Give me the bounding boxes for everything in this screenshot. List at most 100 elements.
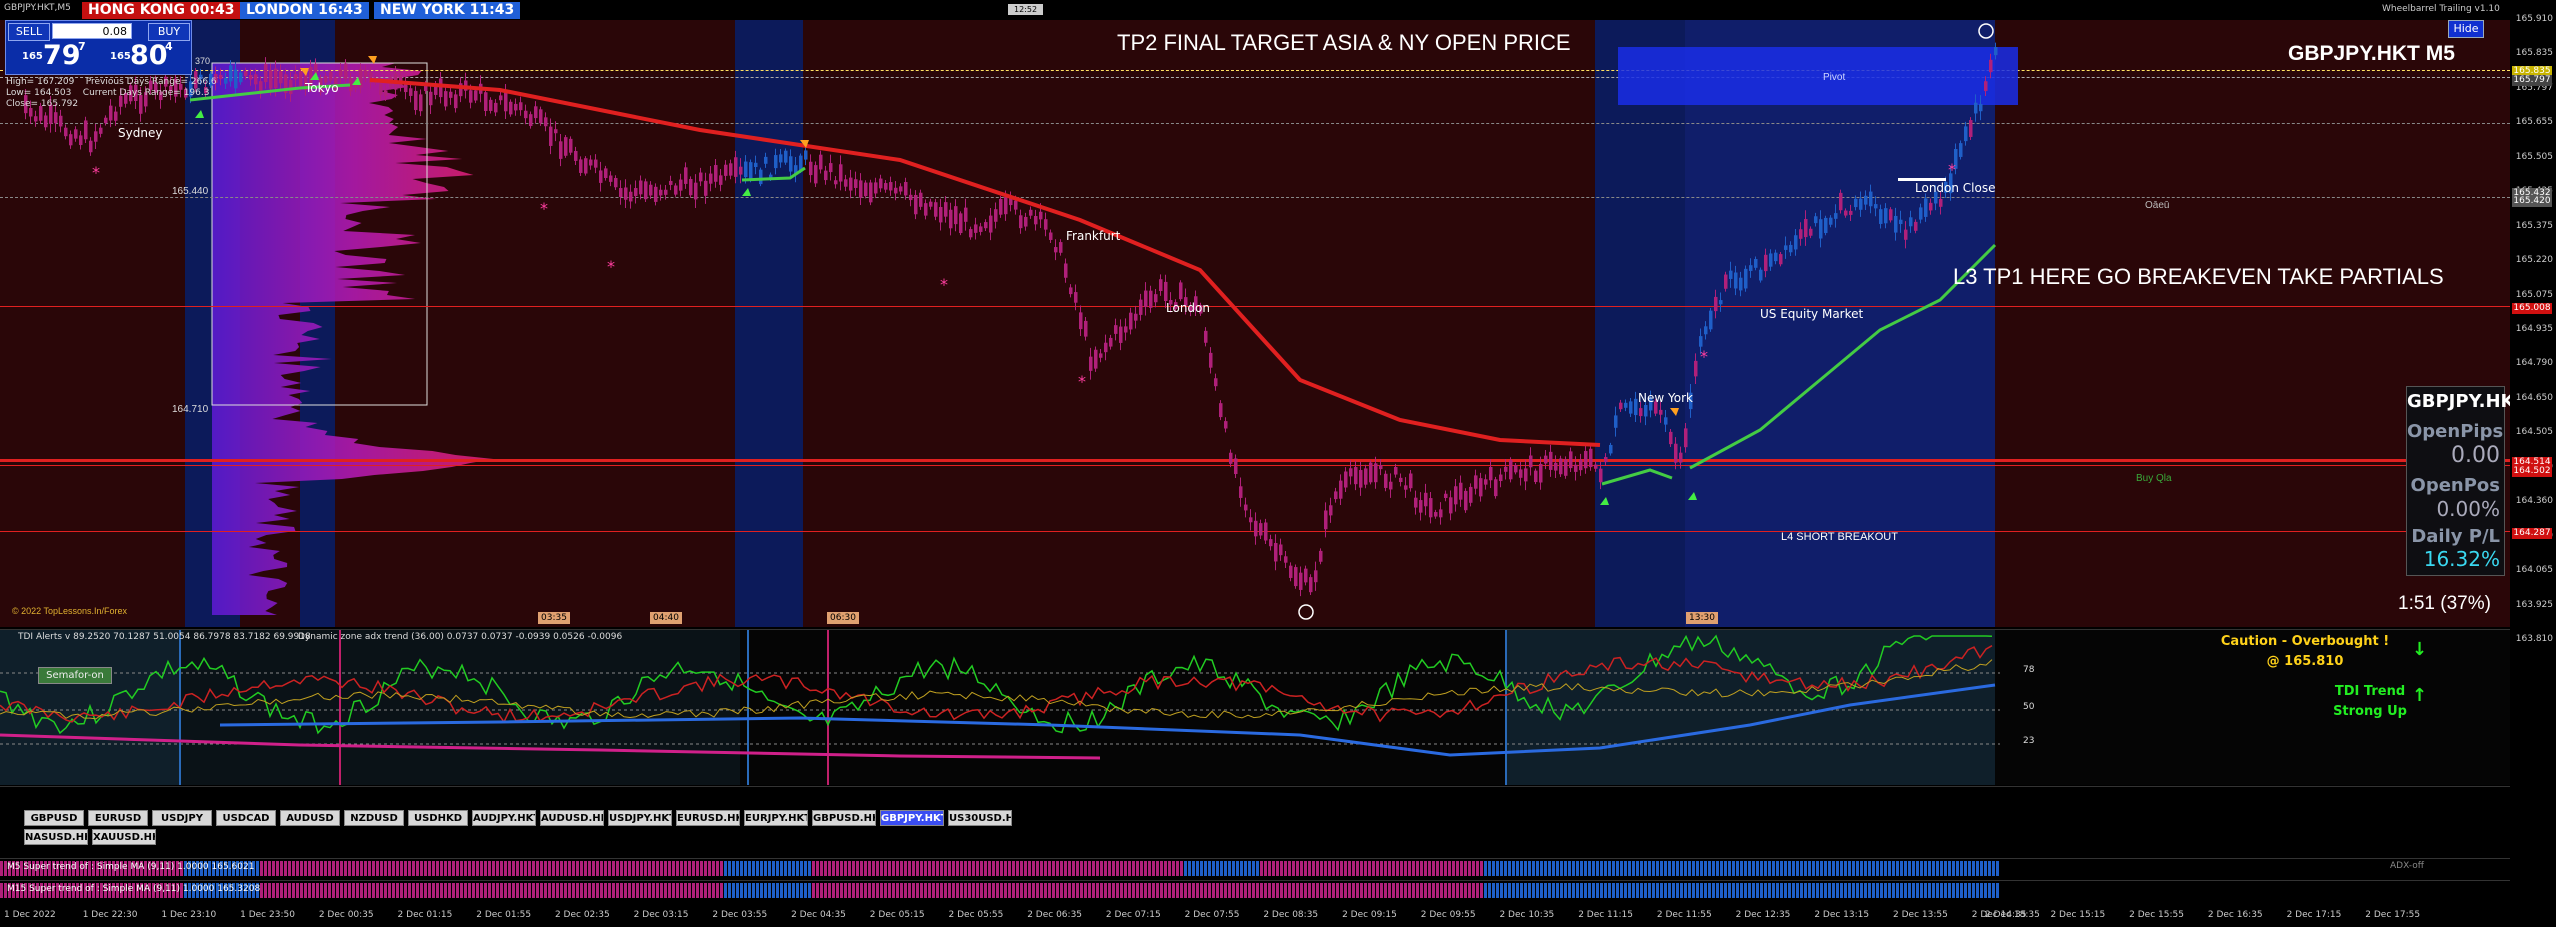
tdi-level: 78 [2023, 665, 2035, 675]
lot-size-input[interactable]: 0.08 [52, 23, 132, 39]
tp2-annotation: TP2 FINAL TARGET ASIA & NY OPEN PRICE [1117, 30, 1571, 55]
adx-toggle[interactable]: ADX-off [2390, 861, 2424, 871]
supertrend-m5-strip: M5 Super trend of : Simple MA (9,11) 1.0… [0, 858, 2510, 878]
time-tick: 2 Dec 05:15 [869, 910, 925, 920]
price-tick: 164.505 [2515, 427, 2553, 438]
time-tick: 2 Dec 05:55 [948, 910, 1004, 920]
tdi-trend-value: Strong Up [2333, 704, 2407, 719]
session-label-london: London [1166, 301, 1210, 315]
symbol-button[interactable]: XAUUSD.HKT [92, 829, 156, 845]
buy-price-prefix: 165 [110, 51, 131, 62]
price-chart[interactable]: Pivot * * * * * * * Sydney Tokyo Frankfurt L… [0, 0, 2510, 627]
session-label-new-york: New York [1638, 391, 1693, 405]
supertrend-bars [0, 861, 1999, 876]
time-tick: 2 Dec 18:35 [1985, 910, 2040, 920]
price-tick: 164.360 [2515, 496, 2553, 507]
star-markers: * * * * * * * [92, 160, 1956, 391]
price-axis[interactable]: 165.910 165.835 165.797 165.655 165.505 165.4… [2510, 0, 2556, 927]
semafor-toggle[interactable]: Semafor-on [38, 667, 112, 684]
sell-price-big: 79 [43, 40, 81, 71]
symbol-button[interactable]: NASUSD.HKT [24, 829, 88, 845]
time-tick: 2 Dec 17:55 [2365, 910, 2421, 920]
symbol-button[interactable]: NZDUSD [344, 810, 404, 826]
open-pips-value: 0.00 [2451, 443, 2500, 468]
tdi-indicator-panel[interactable]: TDI Alerts v 89.2520 70.1287 51.0054 86.… [0, 629, 2510, 785]
buy-price-big: 80 [130, 40, 168, 71]
dynamic-zone-header: Dynamic zone adx trend (36.00) 0.0737 0.… [298, 632, 623, 642]
symbol-button[interactable]: EURJPY.HKT [744, 810, 808, 826]
price-tick: 165.220 [2515, 255, 2553, 266]
l3-annotation: L3 TP1 HERE GO BREAKEVEN TAKE PARTIALS [1953, 264, 2444, 289]
clock-london: LONDON 16:43 [240, 2, 369, 19]
time-tick: 2 Dec 01:15 [397, 910, 453, 920]
day-info-line: Low= 164.503 Current Days Range= 196.3 [6, 88, 210, 98]
arrow-down-icon: ↓ [2412, 639, 2428, 660]
candles: * * * * * * * [14, 23, 1998, 620]
ea-name: Wheelbarrel Trailing v1.10 [2382, 4, 2500, 14]
time-tick: 2 Dec 15:15 [2050, 910, 2106, 920]
supertrend-m5-label: M5 Super trend of : Simple MA (9,11) 1.0… [7, 862, 255, 872]
symbol-button[interactable]: US30USD.HKT [948, 810, 1012, 826]
price-tick: 164.935 [2515, 324, 2553, 334]
price-tick: 165.655 [2515, 117, 2553, 128]
svg-text:*: * [540, 199, 548, 218]
open-pos-value: 0.00% [2436, 497, 2500, 521]
time-tick: 2 Dec 01:55 [476, 910, 532, 920]
time-tick: 2 Dec 16:35 [2207, 910, 2263, 920]
time-tick: 2 Dec 13:55 [1893, 910, 1948, 920]
price-tick: 164.790 [2515, 358, 2553, 369]
time-tick: 2 Dec 09:55 [1420, 910, 1476, 920]
time-tick: 2 Dec 03:15 [633, 910, 689, 920]
time-tick: 1 Dec 2022 [4, 910, 56, 920]
clock-small: 12:52 [1008, 4, 1044, 15]
price-tick: 165.505 [2515, 151, 2553, 162]
time-tick: 1 Dec 23:10 [161, 910, 217, 920]
time-tick: 1 Dec 23:50 [240, 910, 295, 920]
time-tick: 2 Dec 02:35 [554, 910, 610, 920]
symbol-button[interactable]: AUDJPY.HKT [472, 810, 536, 826]
symbol-button[interactable]: USDCAD [216, 810, 276, 826]
window-title: GBPJPY.HKT,M5 [4, 3, 71, 13]
time-axis[interactable]: 1 Dec 2022 1 Dec 22:30 1 Dec 23:10 1 Dec 23… [0, 905, 2556, 927]
clock-new-york: NEW YORK 11:43 [374, 2, 521, 19]
price-tick: 163.925 [2515, 599, 2553, 610]
symbol-button[interactable]: GBPUSD.HKT [812, 810, 876, 826]
svg-text:*: * [1078, 372, 1086, 391]
symbol-button[interactable]: EURUSD.HKT [676, 810, 740, 826]
open-pos-label: OpenPos [2410, 475, 2500, 496]
tdi-level: 50 [2023, 702, 2035, 712]
symbol-button[interactable]: USDJPY.HKT [608, 810, 672, 826]
day-info-line: High= 167.209 Previous Days Range= 266.6 [6, 77, 217, 87]
tdi-level: 23 [2023, 736, 2035, 746]
ma-red-line [369, 78, 1601, 447]
time-tick: 2 Dec 10:35 [1499, 910, 1555, 920]
symbol-button[interactable]: GBPUSD [24, 810, 84, 826]
hide-button[interactable]: Hide [2448, 20, 2484, 38]
low-fractal-marker [1298, 604, 1314, 620]
price-badge: 165.008 [2512, 303, 2552, 314]
symbol-switcher-panel: GBPUSD EURUSD USDJPY USDCAD AUDUSD NZDUSD USDH… [0, 786, 2510, 858]
session-label-us-equity: US Equity Market [1760, 307, 1864, 321]
symbol-button[interactable]: EURUSD [88, 810, 148, 826]
price-tick: 164.650 [2515, 392, 2553, 403]
price-tick: 163.810 [2515, 634, 2553, 644]
symbol-button[interactable]: GBPJPY.HKT [880, 810, 944, 826]
symbol-button[interactable]: USDHKD [408, 810, 468, 826]
tdi-chart [0, 630, 2000, 785]
level-370: 370 [195, 56, 211, 66]
symbol-button[interactable]: AUDUSD [280, 810, 340, 826]
caution-text: Caution - Overbought ! [2220, 634, 2390, 649]
sell-price-sup: 7 [78, 40, 86, 53]
symbol-button[interactable]: USDJPY [152, 810, 212, 826]
time-tick: 2 Dec 04:35 [791, 910, 846, 920]
symbol-button[interactable]: AUDUSD.HKT [540, 810, 604, 826]
buy-button[interactable]: BUY [148, 23, 190, 41]
time-tick: 2 Dec 11:55 [1656, 910, 1712, 920]
sell-button[interactable]: SELL [8, 23, 50, 41]
svg-text:*: * [940, 275, 948, 294]
caution-price: @ 165.810 [2266, 654, 2344, 669]
price-badge: 164.502 [2512, 466, 2552, 477]
supertrend-bars [0, 883, 1999, 898]
time-tick: 2 Dec 15:55 [2129, 910, 2184, 920]
price-badge: 165.797 [2512, 75, 2552, 86]
